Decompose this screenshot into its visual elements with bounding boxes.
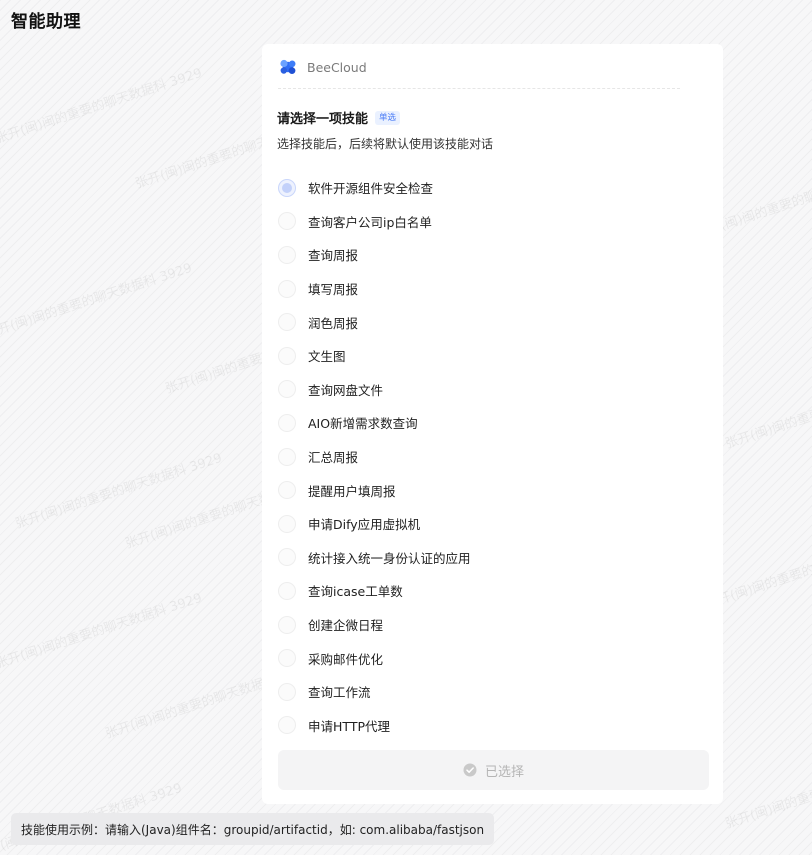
- skill-option[interactable]: 申请Dify应用虚拟机: [278, 507, 471, 541]
- skill-option[interactable]: 申请HTTP代理: [278, 709, 471, 743]
- skill-option[interactable]: 创建企微日程: [278, 608, 471, 642]
- radio-button[interactable]: [278, 245, 296, 264]
- radio-button[interactable]: [278, 178, 296, 197]
- watermark-text: 张开(闽)闽的重要的聊天数据科 3929: [723, 751, 812, 832]
- skill-option[interactable]: 查询icase工单数: [278, 574, 471, 608]
- app-title: 智能助理: [11, 12, 81, 32]
- skill-usage-hint: 技能使用示例：请输入(Java)组件名：groupid/artifactid，如…: [11, 813, 495, 845]
- skill-option-label: 填写周报: [308, 282, 359, 298]
- skill-option[interactable]: 查询客户公司ip白名单: [278, 205, 471, 239]
- skill-option-label: 申请HTTP代理: [308, 718, 390, 734]
- skill-option-label: 统计接入统一身份认证的应用: [308, 550, 471, 566]
- question-title-text: 请选择一项技能: [277, 112, 369, 127]
- question-subtitle: 选择技能后，后续将默认使用该技能对话: [277, 137, 494, 151]
- watermark-text: 张开(闽)闽的重要的聊天数据科 3929: [13, 450, 225, 532]
- skill-option-label: 软件开源组件安全检查: [308, 181, 434, 197]
- skill-option-label: 查询网盘文件: [308, 382, 384, 398]
- skill-option[interactable]: 提醒用户填周报: [278, 473, 471, 507]
- radio-button[interactable]: [278, 716, 296, 735]
- selected-confirm-label: 已选择: [484, 764, 524, 780]
- skill-option[interactable]: 查询网盘文件: [278, 373, 471, 407]
- skill-option-list: 软件开源组件安全检查 查询客户公司ip白名单 查询周报填写周报润色周报文生图查询网盘…: [278, 171, 471, 742]
- skill-option[interactable]: 填写周报: [278, 272, 471, 306]
- radio-button[interactable]: [278, 313, 296, 332]
- skill-option-label: 查询客户公司ip白名单: [308, 214, 432, 230]
- skill-option-label: 润色周报: [308, 315, 359, 331]
- check-circle-icon: [463, 763, 477, 777]
- skill-selection-card: BeeCloud 请选择一项技能 单选 选择技能后，后续将默认使用该技能对话 软…: [262, 44, 723, 804]
- skill-option[interactable]: 采购邮件优化: [278, 641, 471, 675]
- brand-name: BeeCloud: [307, 59, 367, 75]
- skill-option-label: AIO新增需求数查询: [308, 416, 418, 432]
- watermark-text: 张开(闽)闽的重要的聊天数据科 3929: [723, 371, 812, 452]
- skill-option[interactable]: 润色周报: [278, 305, 471, 339]
- watermark-text: 张开(闽)闽的重要的聊天数据科 3929: [0, 260, 195, 342]
- radio-button[interactable]: [278, 346, 296, 365]
- single-choice-badge: 单选: [375, 110, 401, 125]
- skill-option[interactable]: AIO新增需求数查询: [278, 406, 471, 440]
- radio-button[interactable]: [278, 548, 296, 567]
- skill-option[interactable]: 文生图: [278, 339, 471, 373]
- skill-option-label: 查询工作流: [308, 685, 371, 701]
- brand-header: BeeCloud: [278, 57, 367, 77]
- skill-option-label: 汇总周报: [308, 450, 359, 466]
- header-divider: [278, 88, 680, 89]
- watermark-text: 张开(闽)闽的重要的聊天数据科 3929: [0, 590, 205, 672]
- selected-confirm-button[interactable]: 已选择: [278, 750, 709, 790]
- skill-option-label: 文生图: [308, 349, 346, 365]
- top-bar: 智能助理: [0, 0, 812, 38]
- radio-button[interactable]: [278, 413, 296, 432]
- skill-option-label: 查询周报: [308, 248, 359, 264]
- skill-option[interactable]: 查询工作流: [278, 675, 471, 709]
- radio-button[interactable]: [278, 581, 296, 600]
- skill-option-label: 采购邮件优化: [308, 651, 384, 667]
- radio-button[interactable]: [278, 682, 296, 701]
- beecloud-logo-icon: [278, 57, 298, 77]
- skill-option-label: 申请Dify应用虚拟机: [308, 517, 421, 533]
- radio-button[interactable]: [278, 380, 296, 399]
- skill-option-label: 创建企微日程: [308, 618, 384, 634]
- radio-button[interactable]: [278, 481, 296, 500]
- radio-button[interactable]: [278, 279, 296, 298]
- question-title: 请选择一项技能 单选: [277, 108, 401, 127]
- radio-button[interactable]: [278, 447, 296, 466]
- watermark-text: 张开(闽)闽的重要的聊天数据科 3929: [0, 65, 205, 147]
- skill-option[interactable]: 汇总周报: [278, 440, 471, 474]
- radio-button[interactable]: [278, 615, 296, 634]
- radio-button[interactable]: [278, 514, 296, 533]
- skill-option-label: 提醒用户填周报: [308, 483, 396, 499]
- skill-option-label: 查询icase工单数: [308, 584, 403, 600]
- radio-button[interactable]: [278, 649, 296, 668]
- skill-option[interactable]: 软件开源组件安全检查: [278, 171, 471, 205]
- skill-option[interactable]: 查询周报: [278, 238, 471, 272]
- radio-button[interactable]: [278, 212, 296, 231]
- skill-option[interactable]: 统计接入统一身份认证的应用: [278, 541, 471, 575]
